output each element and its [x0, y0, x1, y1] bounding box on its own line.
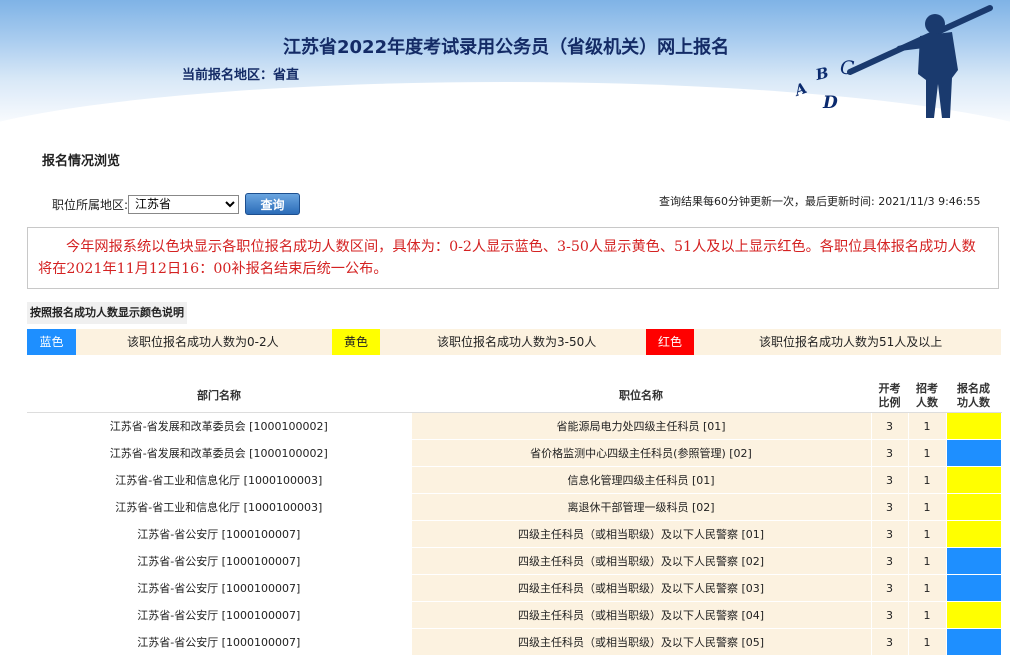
legend-title: 按照报名成功人数显示颜色说明 — [27, 302, 187, 324]
svg-text:B: B — [813, 64, 830, 84]
table-row: 江苏省-省公安厅 [1000100007] 四级主任科员（或相当职级）及以下人民… — [27, 547, 1002, 575]
legend-blue-swatch: 蓝色 — [27, 329, 76, 355]
table-row: 江苏省-省发展和改革委员会 [1000100002] 省能源局电力处四级主任科员… — [27, 412, 1002, 440]
cell-position: 四级主任科员（或相当职级）及以下人民警察 [02] — [411, 547, 872, 575]
cell-recruit: 1 — [908, 493, 947, 521]
cell-dept: 江苏省-省公安厅 [1000100007] — [27, 520, 412, 548]
cell-dept: 江苏省-省公安厅 [1000100007] — [27, 601, 412, 629]
legend-red-swatch: 红色 — [646, 329, 694, 355]
header-applied-line1: 报名成 — [957, 381, 990, 395]
abcd-figure-illustration: A B C D — [790, 5, 993, 118]
svg-text:A: A — [790, 79, 809, 101]
cell-ratio: 3 — [871, 601, 909, 629]
legend-yellow-text: 该职位报名成功人数为3-50人 — [437, 335, 597, 349]
header-recruit-line1: 招考 — [916, 381, 938, 395]
cell-position: 省能源局电力处四级主任科员 [01] — [411, 412, 872, 440]
cell-status-block — [946, 412, 1002, 440]
cell-position: 信息化管理四级主任科员 [01] — [411, 466, 872, 494]
cell-ratio: 3 — [871, 520, 909, 548]
cell-recruit: 1 — [908, 628, 947, 656]
current-region-label: 当前报名地区：省直 — [182, 68, 300, 83]
color-legend: 蓝色 该职位报名成功人数为0-2人 黄色 该职位报名成功人数为3-50人 红色 … — [27, 329, 1001, 355]
header-ratio-line1: 开考 — [878, 381, 901, 395]
cell-dept: 江苏省-省公安厅 [1000100007] — [27, 574, 412, 602]
table-header-row: 部门名称 职位名称 开考 比例 招考 人数 报名成 功人数 — [27, 379, 1001, 413]
legend-yellow-swatch: 黄色 — [332, 329, 380, 355]
cell-recruit: 1 — [908, 412, 947, 440]
table-row: 江苏省-省公安厅 [1000100007] 四级主任科员（或相当职级）及以下人民… — [27, 520, 1002, 548]
cell-status-block — [946, 628, 1002, 656]
cell-recruit: 1 — [908, 547, 947, 575]
cell-recruit: 1 — [908, 466, 947, 494]
cell-ratio: 3 — [871, 439, 909, 467]
cell-ratio: 3 — [871, 493, 909, 521]
registration-table: 部门名称 职位名称 开考 比例 招考 人数 报名成 功人数 江苏省-省发展和改革委员会… — [27, 379, 1002, 656]
section-heading: 报名情况浏览 — [42, 154, 121, 169]
header-applied: 报名成 功人数 — [946, 379, 1001, 413]
cell-dept: 江苏省-省公安厅 [1000100007] — [27, 628, 412, 656]
header-position: 职位名称 — [411, 379, 871, 413]
cell-dept: 江苏省-省公安厅 [1000100007] — [27, 547, 412, 575]
cell-dept: 江苏省-省工业和信息化厅 [1000100003] — [27, 493, 412, 521]
cell-recruit: 1 — [908, 439, 947, 467]
table-row: 江苏省-省工业和信息化厅 [1000100003] 信息化管理四级主任科员 [0… — [27, 466, 1002, 494]
cell-dept: 江苏省-省发展和改革委员会 [1000100002] — [27, 439, 412, 467]
cell-status-block — [946, 493, 1002, 521]
table-row: 江苏省-省工业和信息化厅 [1000100003] 离退休干部管理一级科员 [0… — [27, 493, 1002, 521]
region-filter-label: 职位所属地区: — [52, 197, 129, 212]
legend-blue-text: 该职位报名成功人数为0-2人 — [127, 335, 279, 349]
color-notice: 今年网报系统以色块显示各职位报名成功人数区间，具体为：0-2人显示蓝色、3-50… — [27, 227, 999, 289]
cell-status-block — [946, 466, 1002, 494]
legend-red-text: 该职位报名成功人数为51人及以上 — [759, 335, 943, 349]
cell-recruit: 1 — [908, 520, 947, 548]
svg-text:D: D — [822, 93, 838, 113]
cell-status-block — [946, 520, 1002, 548]
cell-position: 四级主任科员（或相当职级）及以下人民警察 [04] — [411, 601, 872, 629]
cell-status-block — [946, 601, 1002, 629]
table-row: 江苏省-省公安厅 [1000100007] 四级主任科员（或相当职级）及以下人民… — [27, 574, 1002, 602]
cell-dept: 江苏省-省工业和信息化厅 [1000100003] — [27, 466, 412, 494]
header-applied-line2: 功人数 — [957, 395, 990, 409]
region-filter: 职位所属地区: 江苏省 查询 — [52, 193, 301, 215]
header-banner: 江苏省2022年度考试录用公务员（省级机关）网上报名 当前报名地区：省直 A B… — [0, 0, 1010, 132]
table-row: 江苏省-省公安厅 [1000100007] 四级主任科员（或相当职级）及以下人民… — [27, 601, 1002, 629]
cell-position: 省价格监测中心四级主任科员(参照管理) [02] — [411, 439, 872, 467]
header-ratio: 开考 比例 — [871, 379, 908, 413]
header-recruit: 招考 人数 — [908, 379, 946, 413]
header-ratio-line2: 比例 — [878, 395, 901, 409]
header-dept: 部门名称 — [27, 379, 411, 413]
query-button[interactable]: 查询 — [245, 193, 301, 215]
header-recruit-line2: 人数 — [916, 395, 938, 409]
cell-ratio: 3 — [871, 574, 909, 602]
cell-dept: 江苏省-省发展和改革委员会 [1000100002] — [27, 412, 412, 440]
cell-status-block — [946, 574, 1002, 602]
cell-ratio: 3 — [871, 547, 909, 575]
cell-position: 四级主任科员（或相当职级）及以下人民警察 [03] — [411, 574, 872, 602]
cell-position: 四级主任科员（或相当职级）及以下人民警察 [01] — [411, 520, 872, 548]
cell-position: 四级主任科员（或相当职级）及以下人民警察 [05] — [411, 628, 872, 656]
region-select[interactable]: 江苏省 — [128, 194, 240, 214]
cell-recruit: 1 — [908, 601, 947, 629]
cell-position: 离退休干部管理一级科员 [02] — [411, 493, 872, 521]
table-row: 江苏省-省公安厅 [1000100007] 四级主任科员（或相当职级）及以下人民… — [27, 628, 1002, 656]
cell-ratio: 3 — [871, 628, 909, 656]
cell-ratio: 3 — [871, 412, 909, 440]
update-info: 查询结果每60分钟更新一次，最后更新时间: 2021/11/3 9:46:55 — [659, 195, 981, 208]
page-title: 江苏省2022年度考试录用公务员（省级机关）网上报名 — [283, 37, 730, 58]
table-row: 江苏省-省发展和改革委员会 [1000100002] 省价格监测中心四级主任科员… — [27, 439, 1002, 467]
cell-status-block — [946, 439, 1002, 467]
cell-ratio: 3 — [871, 466, 909, 494]
cell-recruit: 1 — [908, 574, 947, 602]
cell-status-block — [946, 547, 1002, 575]
